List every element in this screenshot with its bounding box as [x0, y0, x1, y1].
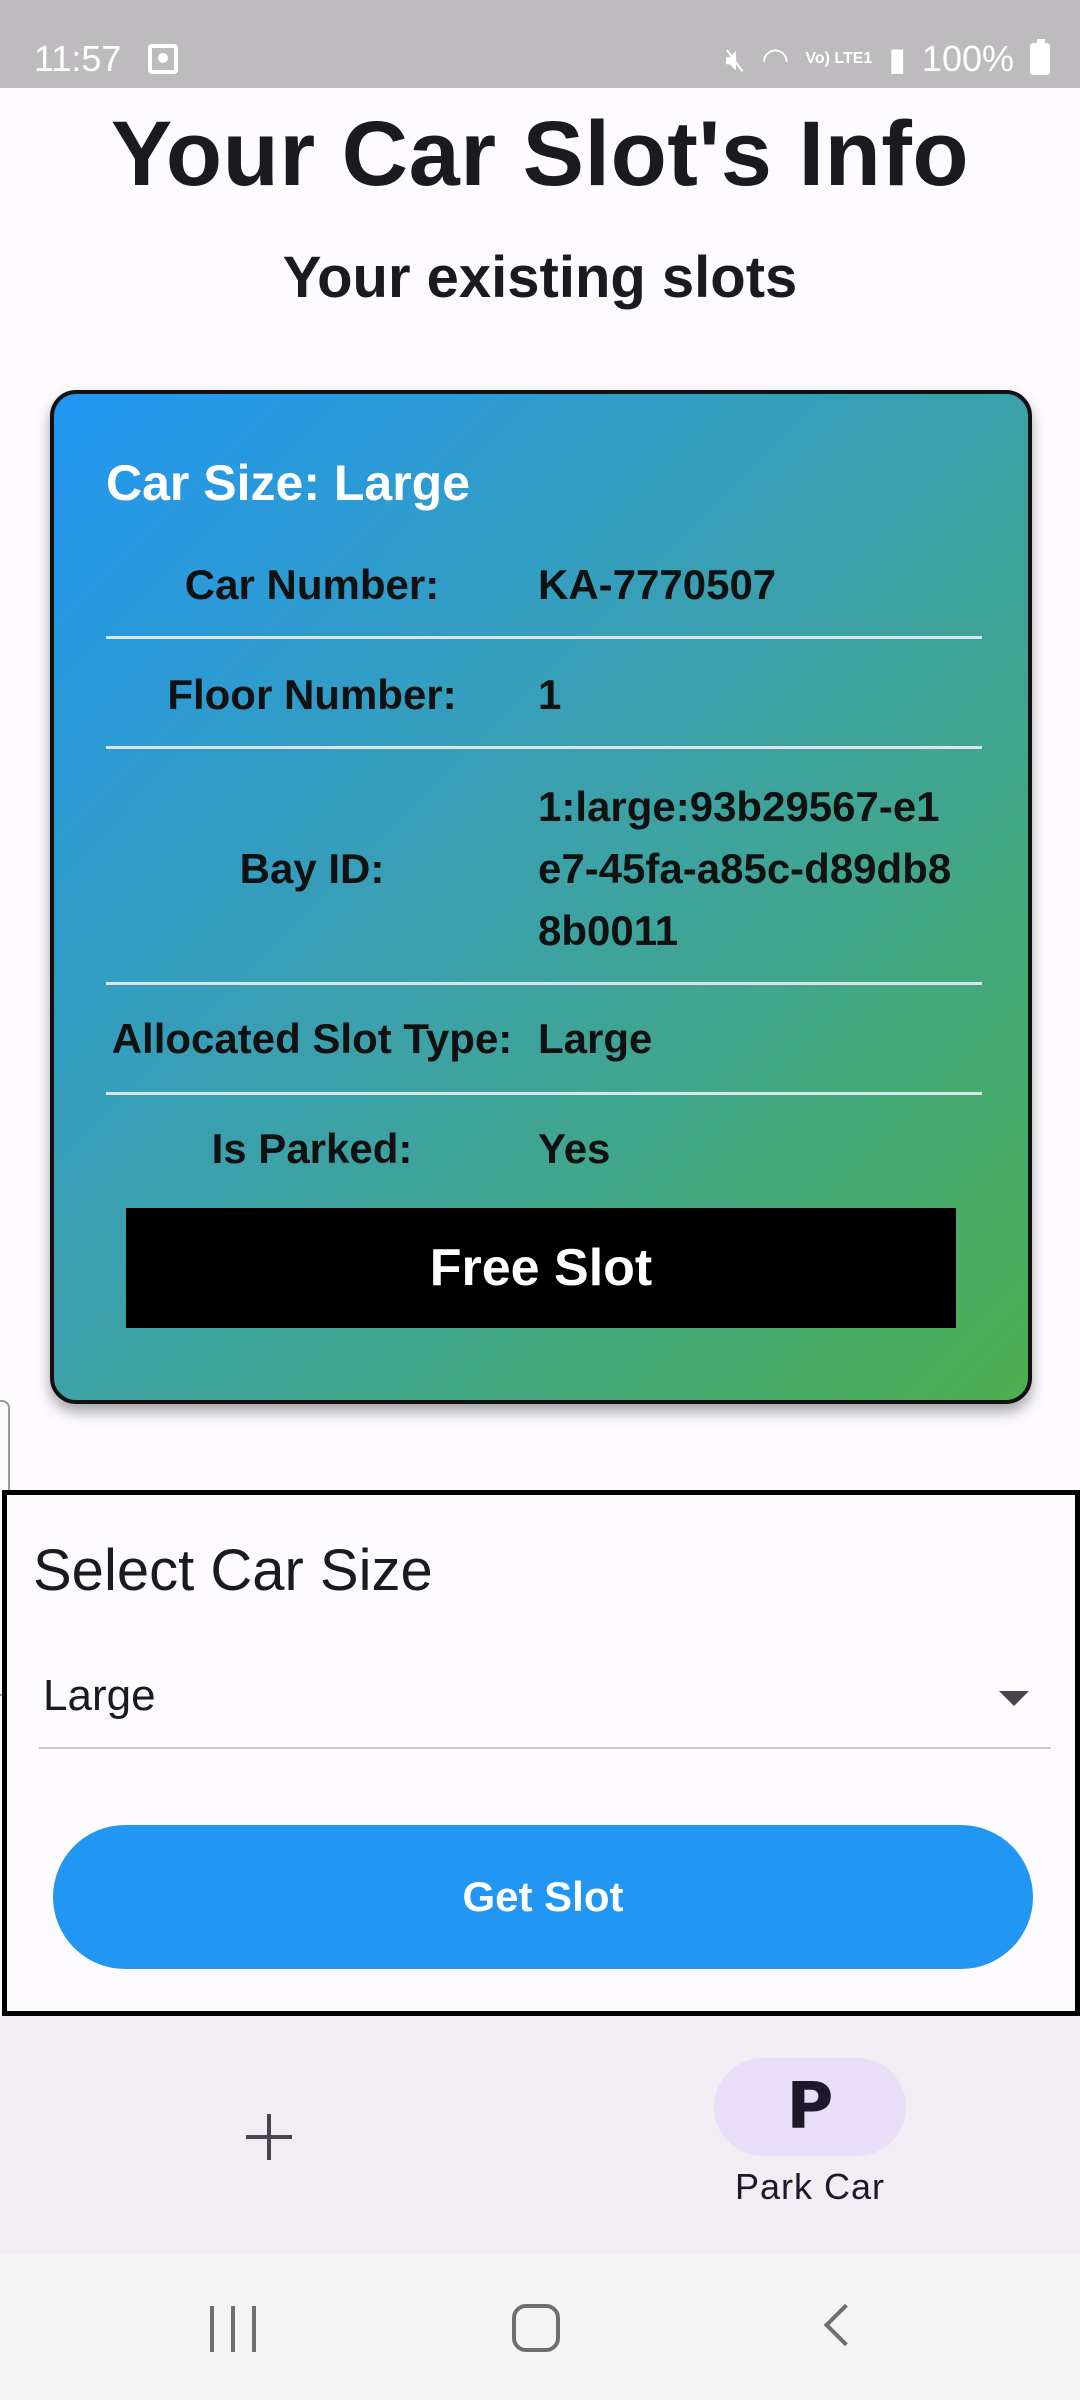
free-slot-button[interactable]: Free Slot [126, 1208, 956, 1328]
car-number-row: Car Number: KA-7770507 [106, 544, 982, 626]
wifi-icon: ◠ [761, 41, 790, 77]
car-number-label: Car Number: [184, 561, 440, 608]
recents-icon[interactable] [210, 2306, 256, 2352]
status-time: 11:57 [34, 38, 122, 79]
floor-number-value: 1 [538, 671, 562, 718]
battery-icon [1030, 39, 1050, 75]
get-slot-button[interactable]: Get Slot [53, 1825, 1033, 1969]
parking-icon: P [786, 2070, 834, 2144]
bay-id-row: Bay ID: 1:large:93b29567-e1e7-45fa-a85c-… [106, 760, 982, 978]
nav-item-park-car[interactable]: P Park Car [540, 2016, 1080, 2254]
floor-number-label: Floor Number: [167, 671, 457, 718]
row-divider [106, 746, 982, 749]
battery-percent: 100% [921, 38, 1014, 79]
is-parked-value: Yes [538, 1125, 611, 1172]
bay-id-value: 1:large:93b29567-e1e7-45fa-a85c-d89db88b… [538, 783, 952, 954]
status-bar: 11:57 🔇︎ ◠ Vo) LTE1 ▮ 100% [0, 0, 1080, 88]
dropdown-arrow-icon [999, 1691, 1029, 1706]
section-subtitle: Your existing slots [282, 245, 798, 310]
floor-number-row: Floor Number: 1 [106, 654, 982, 736]
row-divider [106, 1092, 982, 1095]
system-navigation-bar [0, 2254, 1080, 2400]
status-icons: 🔇︎ ◠ Vo) LTE1 ▮ 100% [725, 38, 1050, 80]
is-parked-row: Is Parked: Yes [106, 1108, 982, 1190]
car-number-value: KA-7770507 [538, 561, 777, 608]
plus-icon [246, 2114, 292, 2160]
slot-type-row: Allocated Slot Type: Large [106, 998, 982, 1080]
select-car-size-panel: Select Car Size Large Get Slot [2, 1490, 1080, 2016]
lte-icon: Vo) LTE1 [805, 50, 873, 67]
nav-label-park-car: Park Car [734, 2166, 886, 2207]
row-divider [106, 636, 982, 639]
select-car-size-label: Select Car Size [33, 1538, 433, 1603]
back-icon[interactable] [823, 2303, 867, 2347]
active-indicator: P [714, 2058, 906, 2156]
mute-icon: 🔇︎ [725, 41, 746, 77]
slot-type-value: Large [538, 1015, 653, 1062]
is-parked-label: Is Parked: [211, 1125, 413, 1172]
screen-time-icon [148, 44, 178, 74]
car-size-heading: Car Size: Large [106, 455, 471, 511]
bay-id-label: Bay ID: [239, 845, 385, 892]
slot-card: Car Size: Large Car Number: KA-7770507 F… [50, 390, 1032, 1404]
car-size-dropdown[interactable]: Large [39, 1657, 1051, 1749]
home-icon[interactable] [512, 2304, 560, 2352]
bottom-navigation: P Park Car [0, 2016, 1080, 2254]
slot-type-label: Allocated Slot Type: [111, 1015, 513, 1062]
nav-item-add[interactable] [0, 2016, 540, 2254]
row-divider [106, 982, 982, 985]
signal-icon: ▮ [888, 41, 906, 77]
dropdown-selected-value: Large [43, 1671, 156, 1720]
page-title: Your Car Slot's Info [110, 103, 970, 205]
